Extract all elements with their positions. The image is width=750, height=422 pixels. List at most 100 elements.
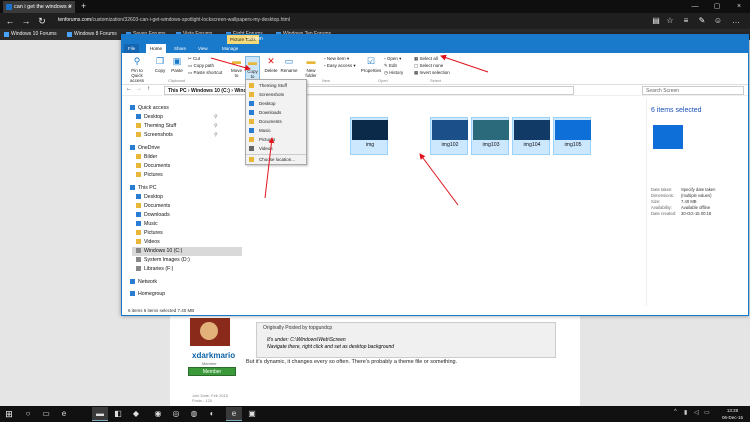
close-button[interactable]: × bbox=[728, 0, 750, 13]
minimize-button[interactable]: — bbox=[684, 0, 706, 13]
edit-button[interactable]: ✎ Edit bbox=[384, 63, 397, 69]
menu-item[interactable]: Pictures bbox=[246, 135, 306, 144]
breadcrumb[interactable]: This PC › Windows 10 (C:) › Windows › We… bbox=[164, 86, 574, 95]
nav-item[interactable]: Desktop bbox=[136, 113, 163, 122]
forward-icon[interactable]: → bbox=[20, 15, 32, 27]
quote-origin[interactable]: Originally Posted by topgundcp bbox=[263, 325, 332, 331]
favorite-link[interactable]: Windows 10 Forums bbox=[3, 29, 57, 40]
forward-icon[interactable]: → bbox=[136, 86, 142, 92]
tab-view[interactable]: View bbox=[194, 44, 212, 53]
file-tile[interactable]: img bbox=[350, 117, 388, 155]
menu-item[interactable]: Videos bbox=[246, 144, 306, 153]
nav-item[interactable]: OneDrive bbox=[130, 144, 160, 153]
reading-view-icon[interactable]: ▤ bbox=[650, 15, 662, 27]
nav-item-selected[interactable]: Windows 10 (C:) bbox=[132, 247, 242, 256]
start-button[interactable]: ⊞ bbox=[3, 408, 15, 420]
firefox-icon[interactable]: ◍ bbox=[186, 407, 202, 421]
feedback-icon[interactable]: ☺ bbox=[712, 15, 724, 27]
clock[interactable]: 13:28 06-Dec-15 bbox=[722, 407, 743, 421]
network-icon[interactable]: ▮ bbox=[684, 409, 687, 416]
refresh-icon[interactable]: ↻ bbox=[36, 15, 48, 27]
nav-item[interactable]: Screenshots bbox=[136, 131, 173, 140]
nav-item[interactable]: Pictures bbox=[136, 229, 163, 238]
task-view-icon[interactable]: ▭ bbox=[38, 407, 54, 421]
rename-button[interactable]: ▭ Rename bbox=[280, 56, 298, 73]
note-icon[interactable]: ✎ bbox=[696, 15, 708, 27]
search-input[interactable]: Search Screen bbox=[642, 86, 744, 95]
edge-app-icon[interactable]: e bbox=[56, 407, 72, 421]
menu-item[interactable]: Music bbox=[246, 126, 306, 135]
select-all-button[interactable]: ▦ Select all bbox=[414, 56, 438, 62]
nav-item[interactable]: Libraries (F:) bbox=[136, 265, 173, 274]
search-icon[interactable]: ○ bbox=[20, 407, 36, 421]
file-tile[interactable]: img103 bbox=[471, 117, 509, 155]
terminal-icon[interactable]: ▣ bbox=[244, 407, 260, 421]
new-item-button[interactable]: ▫ New item ▾ bbox=[324, 56, 349, 62]
nav-item[interactable]: Bilder bbox=[136, 153, 157, 162]
file-tile[interactable]: img102 bbox=[430, 117, 468, 155]
file-tile[interactable]: img105 bbox=[553, 117, 591, 155]
nav-item[interactable]: Theming Stuff bbox=[136, 122, 176, 131]
menu-item[interactable]: Theming Stuff bbox=[246, 81, 306, 90]
back-icon[interactable]: ← bbox=[126, 86, 132, 92]
copy-to-button[interactable]: ▬ Copy to bbox=[245, 56, 260, 80]
more-icon[interactable]: … bbox=[730, 15, 742, 27]
up-icon[interactable]: ↑ bbox=[147, 86, 150, 92]
tab-share[interactable]: Share bbox=[170, 44, 190, 53]
nav-item[interactable]: Pictures bbox=[136, 171, 163, 180]
nav-item[interactable]: Homegroup bbox=[130, 290, 165, 299]
store-icon[interactable]: ◧ bbox=[110, 407, 126, 421]
menu-item[interactable]: Documents bbox=[246, 117, 306, 126]
hub-icon[interactable]: ≡ bbox=[680, 15, 692, 27]
tab-manage[interactable]: Manage bbox=[218, 44, 242, 53]
chrome-icon[interactable]: ◎ bbox=[168, 407, 184, 421]
url-field[interactable]: tenforums.com/customization/32603-can-i-… bbox=[58, 17, 290, 23]
file-tile[interactable]: img104 bbox=[512, 117, 550, 155]
new-tab-button[interactable]: + bbox=[81, 0, 86, 12]
paste-button[interactable]: ▣ Paste bbox=[169, 56, 185, 73]
copy-button[interactable]: ❐ Copy bbox=[152, 56, 168, 73]
history-button[interactable]: ◷ History bbox=[384, 70, 403, 76]
nav-item[interactable]: Documents bbox=[136, 202, 170, 211]
properties-button[interactable]: ☑ Properties bbox=[360, 56, 382, 73]
nav-item[interactable]: Desktop bbox=[136, 193, 163, 202]
move-to-button[interactable]: ▬ Move to bbox=[229, 56, 244, 78]
nav-item[interactable]: This PC bbox=[130, 184, 156, 193]
cut-button[interactable]: ✂ Cut bbox=[188, 56, 200, 62]
select-none-button[interactable]: ▢ Select none bbox=[414, 63, 443, 69]
favorite-link[interactable]: Windows 8 Forums bbox=[66, 29, 117, 40]
delete-button[interactable]: ✕ Delete bbox=[263, 56, 279, 73]
avatar[interactable] bbox=[190, 318, 230, 346]
battery-icon[interactable]: ▭ bbox=[704, 409, 710, 416]
favorite-star-icon[interactable]: ☆ bbox=[664, 15, 676, 27]
browser-tab[interactable]: can i get the windows s × bbox=[3, 1, 75, 13]
edge-active-icon[interactable]: e bbox=[226, 407, 242, 421]
nav-item[interactable]: Quick access bbox=[130, 104, 169, 113]
nav-item[interactable]: System Images (D:) bbox=[136, 256, 190, 265]
nav-item[interactable]: Documents bbox=[136, 162, 170, 171]
menu-item-choose-location[interactable]: Choose location... bbox=[246, 154, 306, 163]
tray-chevron-icon[interactable]: ^ bbox=[674, 409, 677, 415]
easy-access-button[interactable]: ▫ Easy access ▾ bbox=[324, 63, 356, 69]
file-explorer-app-icon[interactable]: ▬ bbox=[92, 407, 108, 421]
tab-close-button[interactable]: × bbox=[68, 1, 72, 13]
tab-file[interactable]: File bbox=[124, 44, 140, 53]
detail-value[interactable]: Specify date taken bbox=[681, 187, 715, 192]
app-icon[interactable]: ◉ bbox=[150, 407, 166, 421]
pin-quick-access-button[interactable]: ⚲ Pin to Quick access bbox=[125, 56, 149, 83]
post-username[interactable]: xdarkmario bbox=[192, 351, 235, 360]
menu-item[interactable]: Desktop bbox=[246, 99, 306, 108]
copy-path-button[interactable]: ▭ Copy path bbox=[188, 63, 214, 69]
volume-icon[interactable]: ◁ bbox=[694, 409, 699, 416]
invert-selection-button[interactable]: ▩ Invert selection bbox=[414, 70, 450, 76]
paste-shortcut-button[interactable]: ▭ Paste shortcut bbox=[188, 70, 222, 76]
app-icon[interactable]: ◐ bbox=[204, 407, 220, 421]
app-icon[interactable]: ◆ bbox=[128, 407, 144, 421]
tab-home[interactable]: Home bbox=[146, 44, 167, 53]
nav-item[interactable]: Videos bbox=[136, 238, 160, 247]
maximize-button[interactable]: ▢ bbox=[706, 0, 728, 13]
nav-item[interactable]: Downloads bbox=[136, 211, 170, 220]
open-button[interactable]: ▫ Open ▾ bbox=[384, 56, 401, 62]
nav-item[interactable]: Network bbox=[130, 278, 157, 287]
back-icon[interactable]: ← bbox=[4, 15, 16, 27]
